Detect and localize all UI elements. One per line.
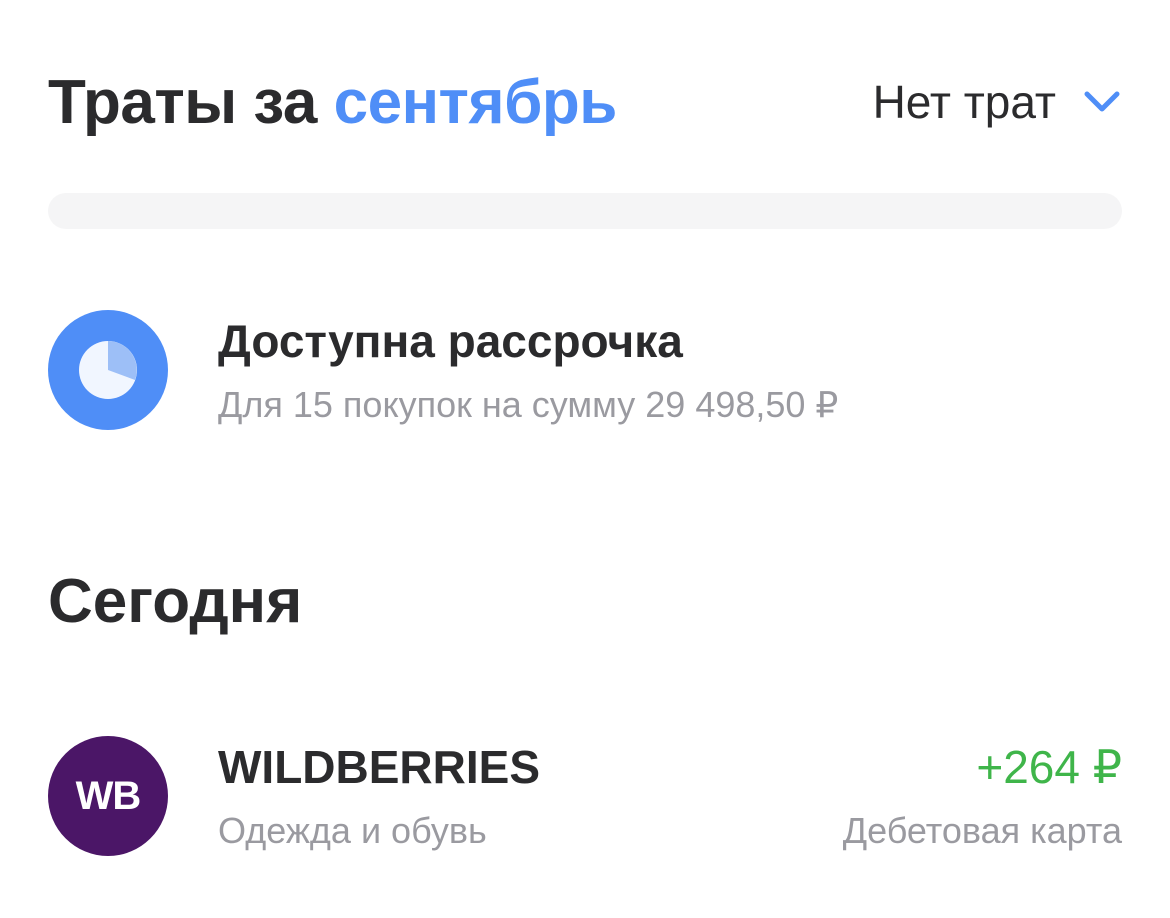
filter-label: Нет трат [872,76,1056,128]
page-title: Траты за сентябрь [48,67,617,138]
merchant-name: WILDBERRIES [218,741,540,793]
installment-banner[interactable]: Доступна рассрочка Для 15 покупок на сум… [48,310,1122,430]
spending-filter-dropdown[interactable]: Нет трат [873,75,1122,129]
title-prefix: Траты за [48,67,317,137]
chevron-down-icon [1082,87,1122,117]
pie-chart-icon [48,310,168,430]
payment-source: Дебетовая карта [842,810,1122,851]
section-title-today: Сегодня [48,567,303,636]
installment-text: Доступна рассрочка Для 15 покупок на сум… [218,314,838,426]
transaction-amount: +264 ₽ [976,741,1122,793]
transaction-category: Одежда и обувь [218,810,487,851]
spending-header: Траты за сентябрь Нет трат [48,62,1122,142]
merchant-logo: WB [48,736,168,856]
transaction-details: WILDBERRIES Одежда и обувь [218,740,540,852]
month-selector[interactable]: сентябрь [334,68,618,137]
transaction-amount-block: +264 ₽ Дебетовая карта [843,740,1122,852]
installment-title: Доступна рассрочка [218,315,683,367]
installment-subtitle: Для 15 покупок на сумму 29 498,50 ₽ [218,384,839,425]
spending-progress-bar [48,193,1122,229]
transaction-row[interactable]: WB WILDBERRIES Одежда и обувь +264 ₽ Деб… [48,736,1122,856]
